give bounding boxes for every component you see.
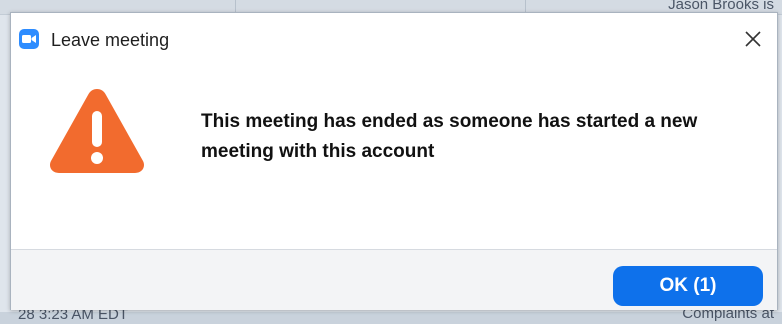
- warning-triangle-icon: [47, 85, 147, 175]
- close-icon[interactable]: [739, 25, 767, 53]
- leave-meeting-dialog: Leave meeting This meeting has ended as …: [10, 12, 778, 310]
- dialog-message: This meeting has ended as someone has st…: [201, 111, 698, 162]
- dialog-footer: OK (1): [11, 249, 777, 310]
- dialog-content: This meeting has ended as someone has st…: [11, 65, 777, 251]
- dialog-titlebar: Leave meeting: [11, 13, 777, 65]
- ok-button[interactable]: OK (1): [613, 266, 763, 306]
- zoom-app-icon: [19, 29, 39, 49]
- dialog-title: Leave meeting: [51, 30, 170, 50]
